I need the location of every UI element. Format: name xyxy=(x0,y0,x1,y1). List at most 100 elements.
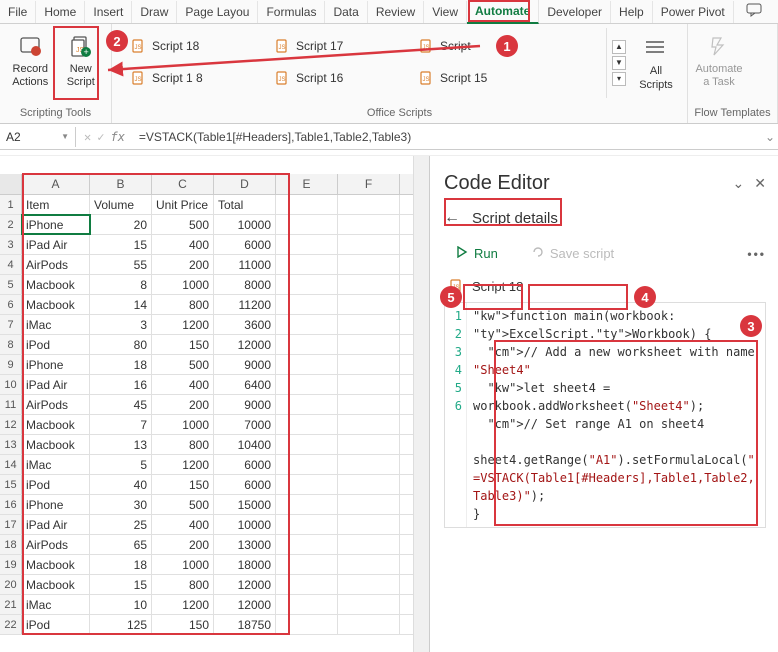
ribbon-tab-review[interactable]: Review xyxy=(368,1,424,23)
cell[interactable]: 6400 xyxy=(214,375,276,394)
cell[interactable]: 8000 xyxy=(214,275,276,294)
script-gallery-item[interactable]: JSScript 1 8 xyxy=(126,64,266,92)
close-pane-icon[interactable]: ✕ xyxy=(754,175,766,192)
cell[interactable]: 10 xyxy=(90,595,152,614)
cell[interactable] xyxy=(276,475,338,494)
cell[interactable]: Macbook xyxy=(22,275,90,294)
cell[interactable]: 1200 xyxy=(152,595,214,614)
cell[interactable]: Macbook xyxy=(22,415,90,434)
cell[interactable] xyxy=(276,455,338,474)
cell[interactable]: 11200 xyxy=(214,295,276,314)
cell[interactable] xyxy=(338,335,400,354)
ribbon-tab-home[interactable]: Home xyxy=(36,1,85,23)
ribbon-tab-help[interactable]: Help xyxy=(611,1,653,23)
cell[interactable] xyxy=(338,355,400,374)
cell[interactable]: 1200 xyxy=(152,315,214,334)
back-button[interactable]: ← xyxy=(444,209,460,227)
cell[interactable]: 10000 xyxy=(214,215,276,234)
row-header[interactable]: 14 xyxy=(0,455,22,474)
cell[interactable]: 6000 xyxy=(214,475,276,494)
cell[interactable]: 6000 xyxy=(214,235,276,254)
cell[interactable]: 8 xyxy=(90,275,152,294)
cell[interactable]: 800 xyxy=(152,575,214,594)
cell[interactable] xyxy=(276,595,338,614)
cell[interactable]: 30 xyxy=(90,495,152,514)
cell[interactable]: 40 xyxy=(90,475,152,494)
ribbon-tab-page-layou[interactable]: Page Layou xyxy=(177,1,258,23)
row-header[interactable]: 17 xyxy=(0,515,22,534)
row-header[interactable]: 3 xyxy=(0,235,22,254)
cell[interactable]: 200 xyxy=(152,535,214,554)
cell[interactable] xyxy=(338,615,400,634)
cell[interactable] xyxy=(338,475,400,494)
cell[interactable] xyxy=(276,315,338,334)
cell[interactable]: 15 xyxy=(90,235,152,254)
column-header[interactable]: E xyxy=(276,174,338,194)
cell[interactable]: 14 xyxy=(90,295,152,314)
cell[interactable]: iPad Air xyxy=(22,235,90,254)
run-button[interactable]: Run xyxy=(444,241,510,266)
gallery-down-button[interactable]: ▼ xyxy=(612,56,626,70)
automate-task-button[interactable]: Automate a Task xyxy=(694,28,744,93)
row-header[interactable]: 12 xyxy=(0,415,22,434)
cell[interactable] xyxy=(338,495,400,514)
cell[interactable]: iPad Air xyxy=(22,375,90,394)
column-header[interactable]: A xyxy=(22,174,90,194)
row-header[interactable]: 5 xyxy=(0,275,22,294)
all-scripts-button[interactable]: All Scripts xyxy=(631,28,681,98)
cell[interactable]: 18 xyxy=(90,355,152,374)
row-header[interactable]: 13 xyxy=(0,435,22,454)
row-header[interactable]: 19 xyxy=(0,555,22,574)
cell[interactable]: iPod xyxy=(22,335,90,354)
cell[interactable] xyxy=(338,255,400,274)
cell[interactable] xyxy=(338,595,400,614)
row-header[interactable]: 15 xyxy=(0,475,22,494)
cell[interactable]: 400 xyxy=(152,515,214,534)
cell[interactable]: 10000 xyxy=(214,515,276,534)
ribbon-tab-power-pivot[interactable]: Power Pivot xyxy=(653,1,734,23)
cell[interactable]: 200 xyxy=(152,255,214,274)
cell[interactable]: iMac xyxy=(22,455,90,474)
cell[interactable] xyxy=(338,415,400,434)
cell[interactable]: 55 xyxy=(90,255,152,274)
row-header[interactable]: 21 xyxy=(0,595,22,614)
cell[interactable] xyxy=(276,375,338,394)
row-header[interactable]: 9 xyxy=(0,355,22,374)
row-header[interactable]: 20 xyxy=(0,575,22,594)
cell[interactable]: iMac xyxy=(22,315,90,334)
cell[interactable] xyxy=(338,275,400,294)
row-header[interactable]: 11 xyxy=(0,395,22,414)
cell[interactable]: Macbook xyxy=(22,575,90,594)
row-header[interactable]: 2 xyxy=(0,215,22,234)
script-gallery-item[interactable]: JSScript 16 xyxy=(270,64,410,92)
ribbon-tab-data[interactable]: Data xyxy=(325,1,367,23)
cell[interactable] xyxy=(338,215,400,234)
cell[interactable]: 18 xyxy=(90,555,152,574)
cell[interactable]: Volume xyxy=(90,195,152,214)
column-header[interactable]: D xyxy=(214,174,276,194)
row-header[interactable]: 6 xyxy=(0,295,22,314)
ribbon-tab-draw[interactable]: Draw xyxy=(132,1,177,23)
cell[interactable]: 16 xyxy=(90,375,152,394)
row-header[interactable]: 22 xyxy=(0,615,22,634)
cell[interactable]: 11000 xyxy=(214,255,276,274)
cell[interactable] xyxy=(338,555,400,574)
cell[interactable] xyxy=(276,435,338,454)
cell[interactable] xyxy=(276,575,338,594)
cell[interactable]: iPhone xyxy=(22,495,90,514)
cell[interactable] xyxy=(276,195,338,214)
cell[interactable] xyxy=(338,195,400,214)
cell[interactable]: 12000 xyxy=(214,595,276,614)
cell[interactable] xyxy=(338,375,400,394)
cell[interactable]: 150 xyxy=(152,615,214,634)
cell[interactable]: 150 xyxy=(152,475,214,494)
cell[interactable]: 125 xyxy=(90,615,152,634)
row-header[interactable]: 16 xyxy=(0,495,22,514)
script-gallery-item[interactable]: JSScript 17 xyxy=(270,32,410,60)
formula-expand-icon[interactable]: ⌄ xyxy=(762,130,778,144)
cell[interactable]: 12000 xyxy=(214,575,276,594)
cell[interactable]: Item xyxy=(22,195,90,214)
cell[interactable]: 800 xyxy=(152,295,214,314)
cell[interactable] xyxy=(338,455,400,474)
cell[interactable] xyxy=(276,495,338,514)
